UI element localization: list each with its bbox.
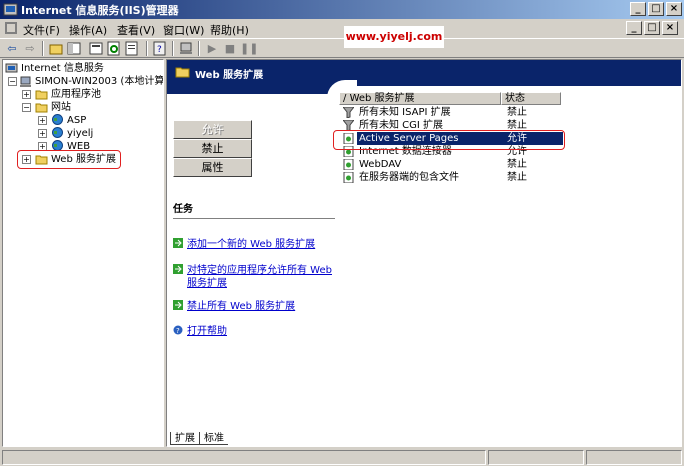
collapse-icon[interactable]: − xyxy=(22,103,31,112)
globe-icon xyxy=(52,114,63,125)
close-button[interactable]: × xyxy=(666,2,682,16)
collapse-icon[interactable]: − xyxy=(8,77,17,86)
title-bar: Internet 信息服务(IIS)管理器 _ □ × xyxy=(0,0,684,19)
expand-icon[interactable]: + xyxy=(22,90,31,99)
pane-header: Web 服务扩展 xyxy=(167,60,681,86)
extension-icon xyxy=(343,172,354,183)
allow-button[interactable]: 允许 xyxy=(173,120,252,139)
task-add-extension[interactable]: 添加一个新的 Web 服务扩展 xyxy=(173,238,337,252)
iis-app-icon xyxy=(3,3,18,16)
details-pane: Web 服务扩展 允许 禁止 属性 任务 添加一个新的 Web 服务扩展 对特定… xyxy=(166,59,682,447)
help-icon[interactable]: ? xyxy=(152,41,168,56)
green-arrow-icon xyxy=(173,238,183,248)
menu-bar: 文件(F) 操作(A) 查看(V) 窗口(W) 帮助(H) xyxy=(0,19,684,38)
expand-icon[interactable]: + xyxy=(38,116,47,125)
green-arrow-icon xyxy=(173,300,183,310)
stop-icon[interactable]: ■ xyxy=(222,41,238,56)
properties-icon[interactable] xyxy=(88,41,104,56)
sort-arrow-icon: / xyxy=(343,93,347,104)
watermark: www.yiyelj.com xyxy=(344,26,444,48)
column-header-name[interactable]: / Web 服务扩展 xyxy=(339,92,501,105)
tasks-title: 任务 xyxy=(173,204,193,215)
open-folder-icon xyxy=(35,103,48,113)
globe-icon xyxy=(52,127,63,138)
toolbar: ⇦ ⇨ ? ▶ ■ ❚❚ xyxy=(0,38,684,58)
status-bar xyxy=(0,449,684,466)
window-title: Internet 信息服务(IIS)管理器 xyxy=(21,4,179,17)
list-item[interactable]: 在服务器端的包含文件 禁止 xyxy=(339,171,681,184)
mdi-close-button[interactable]: × xyxy=(662,21,678,35)
console-icon[interactable] xyxy=(4,21,18,35)
menu-view[interactable]: 查看(V) xyxy=(117,22,155,38)
show-tree-icon[interactable] xyxy=(66,41,82,56)
properties-button[interactable]: 属性 xyxy=(173,158,252,177)
forward-arrow-icon[interactable]: ⇨ xyxy=(22,41,38,56)
play-icon[interactable]: ▶ xyxy=(204,41,220,56)
refresh-icon[interactable] xyxy=(106,41,122,56)
mdi-minimize-button[interactable]: _ xyxy=(626,21,642,35)
mdi-restore-button[interactable]: □ xyxy=(644,21,660,35)
column-header-status[interactable]: 状态 xyxy=(501,92,561,105)
list-item[interactable]: 所有未知 ISAPI 扩展 禁止 xyxy=(339,106,681,119)
svg-text:?: ? xyxy=(157,45,162,55)
prohibit-button[interactable]: 禁止 xyxy=(173,139,252,158)
task-open-help[interactable]: ? 打开帮助 xyxy=(173,325,337,339)
task-prohibit-all[interactable]: 禁止所有 Web 服务扩展 xyxy=(173,300,337,314)
export-list-icon[interactable] xyxy=(124,41,140,56)
extension-icon xyxy=(343,159,354,170)
minimize-button[interactable]: _ xyxy=(630,2,646,16)
highlight-outline xyxy=(333,130,565,150)
pane-title: Web 服务扩展 xyxy=(195,70,264,81)
svg-text:?: ? xyxy=(176,327,180,335)
maximize-button[interactable]: □ xyxy=(648,2,664,16)
back-arrow-icon[interactable]: ⇦ xyxy=(4,41,20,56)
console-tree: Internet 信息服务 − SIMON-WIN2003 (本地计算机) + … xyxy=(2,59,164,447)
iis-root-icon xyxy=(5,63,18,73)
list-item[interactable]: WebDAV 禁止 xyxy=(339,158,681,171)
task-allow-for-app[interactable]: 对特定的应用程序允许所有 Web 服务扩展 xyxy=(173,264,337,292)
filter-icon xyxy=(343,107,354,118)
expand-icon[interactable]: + xyxy=(38,129,47,138)
highlight-outline xyxy=(17,150,121,169)
green-arrow-icon xyxy=(173,264,183,274)
computer-icon[interactable] xyxy=(178,41,194,56)
up-folder-icon[interactable] xyxy=(48,41,64,56)
menu-help[interactable]: 帮助(H) xyxy=(210,22,249,38)
pause-icon[interactable]: ❚❚ xyxy=(240,41,258,56)
menu-window[interactable]: 窗口(W) xyxy=(163,22,204,38)
server-icon xyxy=(20,76,31,87)
folder-icon xyxy=(35,90,48,100)
menu-file[interactable]: 文件(F) xyxy=(23,22,60,38)
tab-extended[interactable]: 扩展 xyxy=(170,432,200,445)
tab-standard[interactable]: 标准 xyxy=(200,432,228,445)
menu-action[interactable]: 操作(A) xyxy=(69,22,107,38)
folder-icon xyxy=(175,67,190,78)
help-icon: ? xyxy=(173,325,183,335)
